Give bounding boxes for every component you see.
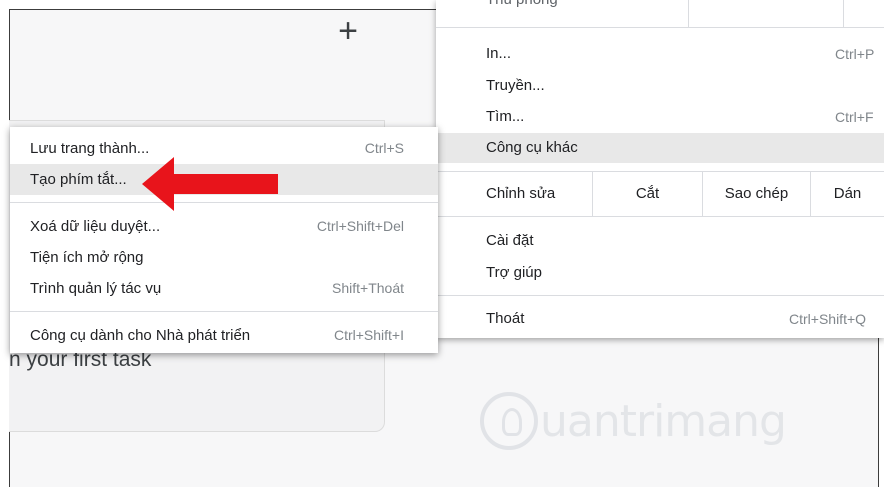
submenu-item-shortcut: Ctrl+S: [364, 140, 404, 156]
submenu-item-task-manager[interactable]: Trình quản lý tác vụ Shift+Thoát: [10, 273, 438, 304]
submenu-item-label: Trình quản lý tác vụ: [30, 280, 162, 297]
submenu-item-label: Công cụ dành cho Nhà phát triển: [30, 327, 251, 344]
menu-item-label: Trợ giúp: [486, 264, 542, 281]
submenu-item-label: Lưu trang thành...: [30, 140, 150, 157]
submenu-item-shortcut: Ctrl+Shift+I: [333, 327, 404, 343]
chrome-main-menu: Thu phóng In... Ctrl+P Truyền... Tìm... …: [436, 0, 884, 338]
menu-item-more-tools[interactable]: Công cụ khác: [436, 133, 884, 163]
submenu-item-label: Tiện ích mở rộng: [30, 249, 144, 266]
submenu-item-developer-tools[interactable]: Công cụ dành cho Nhà phát triển Ctrl+Shi…: [10, 320, 438, 351]
submenu-item-shortcut: Ctrl+Shift+Del: [316, 218, 404, 234]
paste-button[interactable]: Dán: [810, 172, 884, 216]
menu-divider: [436, 295, 884, 296]
bulb-icon: [480, 392, 538, 450]
red-arrow-icon: [142, 157, 278, 211]
menu-item-settings[interactable]: Cài đặt: [436, 226, 884, 256]
menu-item-label: Tìm...: [486, 108, 525, 125]
submenu-divider: [10, 311, 438, 312]
submenu-item-label: Xoá dữ liệu duyệt...: [30, 218, 161, 235]
zoom-label: Thu phóng: [486, 0, 558, 8]
zoom-row: Thu phóng: [436, 0, 884, 28]
cut-button[interactable]: Cắt: [592, 172, 702, 216]
submenu-item-extensions[interactable]: Tiện ích mở rộng: [10, 242, 438, 273]
menu-item-shortcut: Ctrl+P: [835, 46, 875, 62]
zoom-control[interactable]: [688, 0, 843, 27]
edit-row: Chỉnh sửa Cắt Sao chép Dán: [436, 171, 884, 217]
edit-label: Chỉnh sửa: [486, 185, 556, 202]
menu-item-label: In...: [486, 45, 512, 62]
copy-button[interactable]: Sao chép: [702, 172, 810, 216]
menu-item-label: Cài đặt: [486, 232, 534, 249]
fullscreen-button[interactable]: [843, 0, 884, 27]
menu-item-label: Công cụ khác: [486, 139, 578, 156]
watermark: uantrimang: [480, 392, 787, 450]
menu-item-help[interactable]: Trợ giúp: [436, 258, 884, 288]
menu-item-print[interactable]: In... Ctrl+P: [436, 39, 884, 69]
menu-item-label: Truyền...: [486, 77, 545, 94]
menu-item-exit[interactable]: Thoát Ctrl+Shift+Q: [436, 304, 884, 334]
menu-item-label: Thoát: [486, 310, 525, 327]
add-icon[interactable]: +: [333, 14, 363, 48]
menu-item-find[interactable]: Tìm... Ctrl+F: [436, 102, 884, 132]
menu-item-shortcut: Ctrl+Shift+Q: [789, 311, 867, 327]
watermark-text: uantrimang: [540, 395, 787, 447]
menu-item-cast[interactable]: Truyền...: [436, 71, 884, 101]
submenu-item-label: Tạo phím tắt...: [30, 171, 127, 188]
submenu-item-clear-browsing-data[interactable]: Xoá dữ liệu duyệt... Ctrl+Shift+Del: [10, 211, 438, 242]
menu-item-shortcut: Ctrl+F: [835, 109, 874, 125]
submenu-item-shortcut: Shift+Thoát: [332, 280, 404, 296]
